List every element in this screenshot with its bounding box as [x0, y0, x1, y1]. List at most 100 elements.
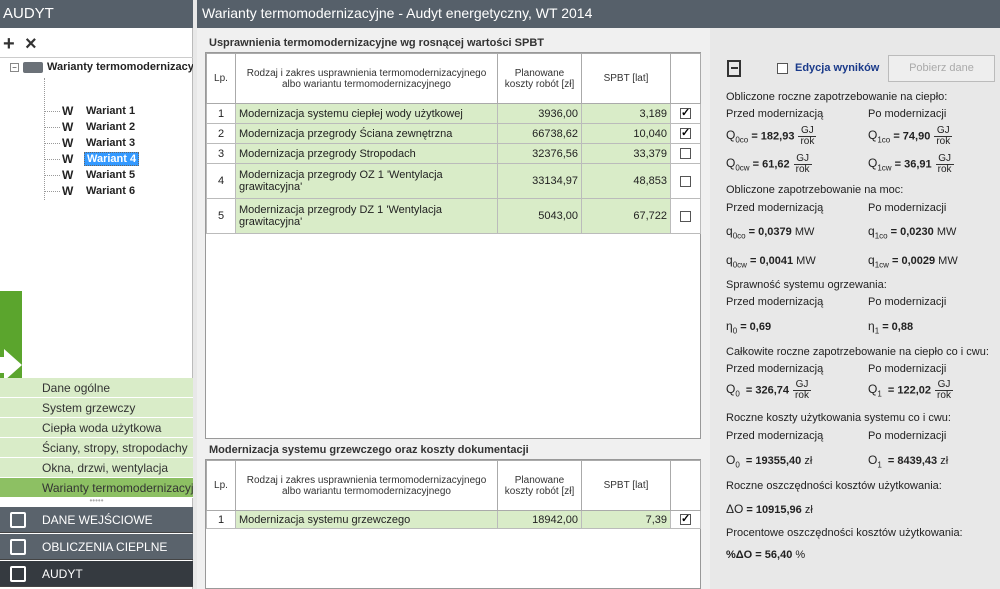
- col-check[interactable]: [670, 53, 701, 104]
- cost-title: Roczne koszty użytkowania systemu co i c…: [726, 412, 951, 424]
- col-spbt[interactable]: SPBT [lat]: [581, 53, 671, 104]
- cell-cost: 5043,00: [497, 198, 582, 234]
- tree-line: [44, 142, 60, 144]
- module-button-2[interactable]: OBLICZENIA CIEPLNE: [0, 534, 193, 560]
- before-label: Przed modernizacją: [726, 363, 824, 375]
- col-cost[interactable]: Planowane koszty robót [zł]: [497, 460, 582, 511]
- module-label: AUDYT: [42, 567, 83, 581]
- col-spbt[interactable]: SPBT [lat]: [581, 460, 671, 511]
- variant-icon: W: [62, 104, 74, 118]
- tree-item-wariant-4[interactable]: W Wariant 4: [44, 152, 140, 166]
- cell-lp: 3: [206, 143, 236, 164]
- tree-item-wariant-6[interactable]: W Wariant 6: [44, 184, 137, 198]
- add-button[interactable]: +: [3, 34, 15, 54]
- results-panel: Edycja wyników Pobierz dane Obliczone ro…: [710, 28, 1000, 589]
- col-check[interactable]: [670, 460, 701, 511]
- row-checkbox[interactable]: [680, 106, 691, 120]
- section-item-4[interactable]: Ściany, stropy, stropodachy: [0, 438, 193, 458]
- table-row[interactable]: 1 Modernizacja systemu ciepłej wody użytk…: [206, 103, 701, 124]
- cell-spbt: 33,379: [581, 143, 671, 164]
- fetch-data-button[interactable]: Pobierz dane: [888, 55, 995, 82]
- row-checkbox[interactable]: [680, 512, 691, 526]
- cell-check: [670, 143, 701, 164]
- after-label: Po modernizacji: [868, 202, 947, 214]
- section-item-5[interactable]: Okna, drzwi, wentylacja: [0, 458, 193, 478]
- unit-gj-rok: GJ rok: [934, 125, 953, 147]
- module-button-1[interactable]: DANE WEJŚCIOWE: [0, 507, 193, 533]
- variant-icon: W: [62, 168, 74, 182]
- cell-lp: 1: [206, 103, 236, 124]
- row-checkbox[interactable]: [680, 126, 691, 140]
- after-label: Po modernizacji: [868, 363, 947, 375]
- cell-name: Modernizacja systemu grzewczego: [235, 510, 498, 529]
- splitter-grip[interactable]: •••••: [0, 497, 193, 506]
- tree-toolbar: + ×: [0, 34, 193, 56]
- tree-item-label: Wariant 6: [86, 185, 136, 197]
- row-checkbox[interactable]: [680, 148, 691, 160]
- tree-line: [44, 174, 60, 176]
- table-row[interactable]: 2 Modernizacja przegrody Ściana zewnętrzn…: [206, 123, 701, 144]
- eta0-value: η0 = 0,69: [726, 319, 772, 336]
- savings-title: Roczne oszczędności kosztów użytkowania:: [726, 480, 942, 492]
- cell-cost: 3936,00: [497, 103, 582, 124]
- before-label: Przed modernizacją: [726, 296, 824, 308]
- p0cw-value: q0cw = 0,0041 MW: [726, 253, 816, 270]
- report-icon[interactable]: [727, 60, 741, 77]
- collapse-icon[interactable]: −: [10, 62, 19, 72]
- row-checkbox[interactable]: [680, 175, 691, 187]
- variant-icon: W: [62, 184, 74, 198]
- cell-name: Modernizacja systemu ciepłej wody użytko…: [235, 103, 498, 124]
- table1-container: Lp. Rodzaj i zakres usprawnienia termomo…: [205, 52, 701, 439]
- tree-line: [44, 190, 60, 192]
- window-title: Warianty termomodernizacyjne - Audyt ene…: [202, 5, 593, 21]
- section-item-2[interactable]: System grzewczy: [0, 398, 193, 418]
- power-title: Obliczone zapotrzebowanie na moc:: [726, 184, 904, 196]
- cell-name: Modernizacja przegrody Stropodach: [235, 143, 498, 164]
- col-cost[interactable]: Planowane koszty robót [zł]: [497, 53, 582, 104]
- module-label: OBLICZENIA CIEPLNE: [42, 540, 168, 554]
- col-lp[interactable]: Lp.: [206, 53, 236, 104]
- tree-root[interactable]: − Warianty termomodernizacyjne: [10, 61, 193, 75]
- table-row[interactable]: 1 Modernizacja systemu grzewczego 18942,00…: [206, 510, 701, 529]
- cell-cost: 66738,62: [497, 123, 582, 144]
- edit-results-label[interactable]: Edycja wyników: [795, 62, 879, 74]
- cell-check: [670, 103, 701, 124]
- tree-item-wariant-1[interactable]: W Wariant 1: [44, 104, 137, 118]
- remove-button[interactable]: ×: [25, 34, 37, 54]
- module-icon: [10, 539, 26, 555]
- percent-value: %ΔO = 56,40 %: [726, 549, 806, 561]
- tree-item-wariant-3[interactable]: W Wariant 3: [44, 136, 137, 150]
- heating-table: Lp. Rodzaj i zakres usprawnienia termomo…: [206, 460, 701, 529]
- col-lp[interactable]: Lp.: [206, 460, 236, 511]
- tree-line: [44, 126, 60, 128]
- row-checkbox[interactable]: [680, 210, 691, 222]
- unit-gj-rok: GJ rok: [793, 153, 812, 175]
- table-row[interactable]: 4 Modernizacja przegrody OZ 1 'Wentylacja…: [206, 163, 701, 199]
- title-separator: [193, 0, 197, 28]
- col-name[interactable]: Rodzaj i zakres usprawnienia termomodern…: [235, 53, 498, 104]
- arrow-right-icon: [4, 349, 22, 381]
- tree-item-label: Wariant 2: [86, 121, 136, 133]
- edit-results-checkbox[interactable]: [777, 63, 788, 74]
- p0co-value: q0co = 0,0379 MW: [726, 224, 815, 241]
- table-row[interactable]: 5 Modernizacja przegrody DZ 1 'Wentylacja…: [206, 198, 701, 234]
- spbt-table: Lp. Rodzaj i zakres usprawnienia termomo…: [206, 53, 701, 234]
- variant-icon: W: [62, 120, 74, 134]
- section-item-1[interactable]: Dane ogólne: [0, 378, 193, 398]
- table2-container: Lp. Rodzaj i zakres usprawnienia termomo…: [205, 459, 701, 589]
- cell-name: Modernizacja przegrody DZ 1 'Wentylacja …: [235, 198, 498, 234]
- tree-item-wariant-2[interactable]: W Wariant 2: [44, 120, 137, 134]
- p1cw-value: q1cw = 0,0029 MW: [868, 253, 958, 270]
- q1cw-value: Q1cw = 36,91 GJ rok: [868, 153, 954, 175]
- col-name[interactable]: Rodzaj i zakres usprawnienia termomodern…: [235, 460, 498, 511]
- table-row[interactable]: 3 Modernizacja przegrody Stropodach 32376,…: [206, 143, 701, 164]
- module-button-3[interactable]: AUDYT: [0, 561, 193, 587]
- tree-item-wariant-5[interactable]: W Wariant 5: [44, 168, 137, 182]
- section-item-3[interactable]: Ciepła woda użytkowa: [0, 418, 193, 438]
- tree-item-label: Wariant 1: [86, 105, 136, 117]
- section-item-6[interactable]: Warianty termomodernizacyjne: [0, 478, 193, 498]
- percent-title: Procentowe oszczędności kosztów użytkowa…: [726, 527, 963, 539]
- cell-check: [670, 198, 701, 234]
- cell-cost: 32376,56: [497, 143, 582, 164]
- unit-gj-rok: GJ rok: [793, 379, 811, 401]
